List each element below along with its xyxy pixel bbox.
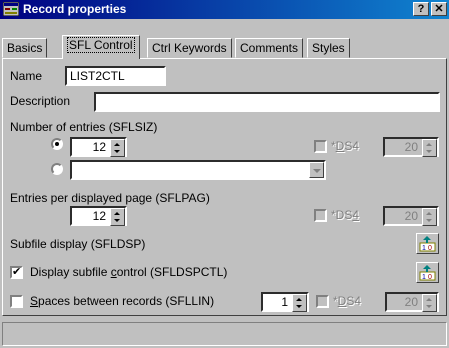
tab-styles[interactable]: Styles <box>307 38 350 58</box>
window-title: Record properties <box>23 2 127 16</box>
svg-text:0: 0 <box>428 274 432 281</box>
per-page-ds4-field[interactable]: 20 <box>383 206 439 226</box>
entries-field-dropdown[interactable] <box>70 160 326 180</box>
entries-number-radio[interactable] <box>51 138 63 150</box>
entries-label: Number of entries (SFLSIZ) <box>10 120 158 134</box>
name-value: LIST2CTL <box>70 69 125 83</box>
entries-field-radio[interactable] <box>51 163 63 175</box>
entries-spinner[interactable] <box>110 139 125 157</box>
display-control-label: Display subfile control (SFLDSPCTL) <box>30 265 228 279</box>
condition-icon: 1 0 <box>419 236 436 252</box>
spaces-value: 1 <box>281 295 288 309</box>
chevron-down-icon[interactable] <box>309 162 324 178</box>
per-page-label: Entries per displayed page (SFLPAG) <box>10 191 210 205</box>
spaces-ds4-checkbox[interactable] <box>316 295 329 308</box>
svg-text:1: 1 <box>422 274 426 281</box>
name-field[interactable]: LIST2CTL <box>65 66 166 86</box>
display-control-condition-button[interactable]: 1 0 <box>416 262 439 283</box>
spaces-spinner[interactable] <box>292 294 307 312</box>
spaces-field[interactable]: 1 <box>261 292 309 312</box>
svg-text:0: 0 <box>428 245 432 252</box>
spaces-ds4-spinner[interactable] <box>422 294 437 312</box>
close-button[interactable]: ✕ <box>431 2 447 16</box>
name-label: Name <box>10 69 43 83</box>
spaces-label: Spaces between records (SFLLIN) <box>30 294 215 308</box>
entries-ds4-value: 20 <box>404 140 418 154</box>
per-page-value: 12 <box>92 209 106 223</box>
entries-field[interactable]: 12 <box>70 137 127 157</box>
subfile-display-condition-button[interactable]: 1 0 <box>416 233 439 254</box>
per-page-field[interactable]: 12 <box>70 206 127 226</box>
tab-comments[interactable]: Comments <box>235 38 304 58</box>
per-page-ds4-checkbox[interactable] <box>314 209 327 222</box>
per-page-spinner[interactable] <box>110 208 125 226</box>
entries-ds4-label: *DS4 <box>331 139 360 153</box>
per-page-ds4-value: 20 <box>404 209 418 223</box>
tab-sfl-control[interactable]: SFL Control <box>62 35 140 59</box>
spaces-ds4-label: *DS4 <box>333 294 362 308</box>
tab-ctrl-keywords[interactable]: Ctrl Keywords <box>147 38 232 58</box>
description-label: Description <box>10 94 71 108</box>
condition-icon: 1 0 <box>419 265 436 281</box>
spaces-checkbox[interactable] <box>10 295 23 308</box>
svg-text:1: 1 <box>422 245 426 252</box>
record-icon <box>3 2 19 16</box>
spaces-ds4-value: 20 <box>404 295 418 309</box>
entries-ds4-field[interactable]: 20 <box>383 137 439 157</box>
title-bar: Record properties ? ✕ <box>0 0 449 19</box>
status-bar <box>2 322 447 346</box>
spaces-ds4-field[interactable]: 20 <box>385 292 439 312</box>
per-page-ds4-label: *DS4 <box>331 208 360 222</box>
per-page-ds4-spinner[interactable] <box>422 208 437 226</box>
entries-ds4-checkbox[interactable] <box>314 140 327 153</box>
display-control-checkbox[interactable] <box>10 265 23 279</box>
tab-basics[interactable]: Basics <box>2 38 48 58</box>
help-button[interactable]: ? <box>413 2 429 16</box>
entries-value: 12 <box>92 140 106 154</box>
entries-ds4-spinner[interactable] <box>422 139 437 157</box>
description-field[interactable] <box>94 92 440 112</box>
subfile-display-label: Subfile display (SFLDSP) <box>10 237 146 251</box>
